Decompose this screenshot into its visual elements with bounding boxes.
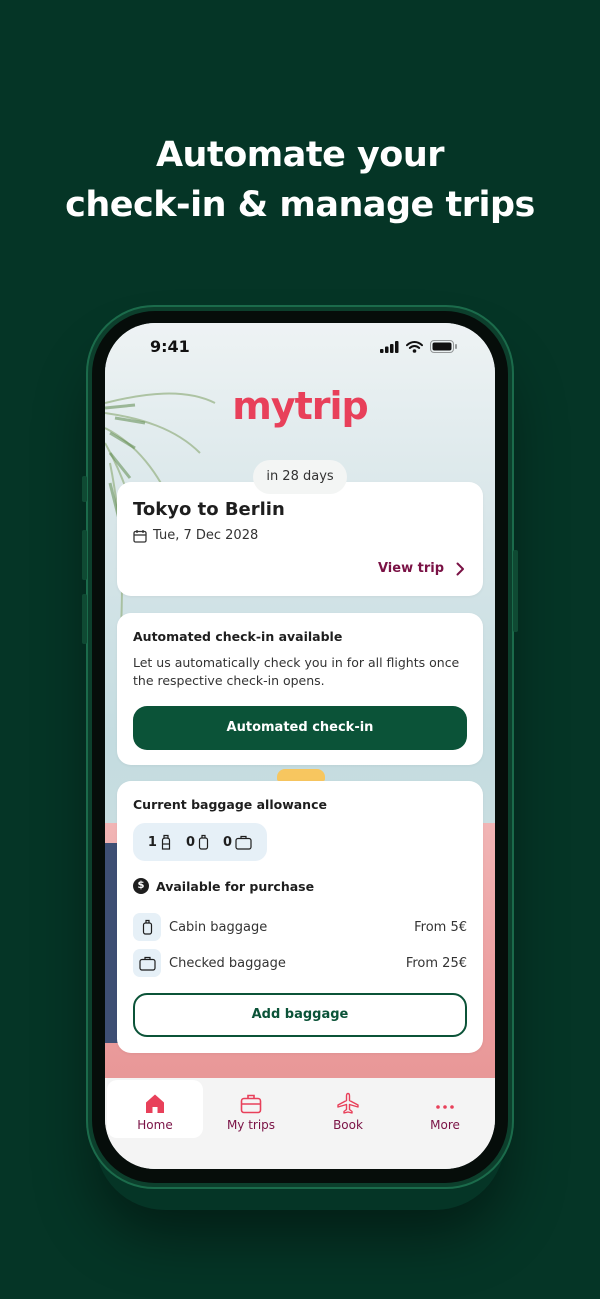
dollar-icon: $ bbox=[133, 878, 149, 894]
phone-volume-down-button bbox=[82, 594, 87, 644]
status-time: 9:41 bbox=[150, 337, 190, 356]
mytrip-logo-image: mytrip bbox=[232, 384, 369, 428]
trip-date-row: Tue, 7 Dec 2028 bbox=[133, 528, 258, 543]
allowance-personal-item: 1 bbox=[148, 834, 172, 850]
trip-title: Tokyo to Berlin bbox=[133, 499, 285, 520]
allowance-cabin-bag: 0 bbox=[186, 834, 209, 850]
baggage-allowance-summary: 1 0 0 bbox=[133, 823, 267, 861]
calendar-icon bbox=[133, 529, 147, 543]
suitcase-icon bbox=[240, 1094, 262, 1114]
purchase-title-text: Available for purchase bbox=[156, 878, 315, 894]
more-dots-icon bbox=[436, 1105, 454, 1109]
airplane-icon bbox=[337, 1092, 359, 1114]
allowance-cabin-count: 0 bbox=[185, 834, 196, 850]
allowance-checked-bag: 0 bbox=[223, 835, 252, 850]
view-trip-label: View trip bbox=[377, 561, 444, 576]
cabin-bag-icon bbox=[198, 834, 209, 850]
tab-my-trips-label: My trips bbox=[226, 1118, 276, 1132]
baggage-title: Current baggage allowance bbox=[133, 797, 327, 812]
phone-volume-up-button bbox=[82, 530, 87, 580]
purchase-section-title: $ Available for purchase bbox=[133, 878, 314, 894]
tab-more[interactable]: More bbox=[397, 1080, 493, 1138]
trip-card[interactable]: Tokyo to Berlin Tue, 7 Dec 2028 View tri… bbox=[117, 482, 483, 596]
tab-home[interactable]: Home bbox=[107, 1080, 203, 1138]
logo-text: mytrip bbox=[232, 384, 368, 428]
headline: Automate your check-in & manage trips bbox=[0, 130, 600, 230]
allowance-personal-count: 1 bbox=[147, 834, 157, 850]
automated-checkin-button[interactable]: Automated check-in bbox=[133, 706, 467, 750]
battery-icon bbox=[430, 340, 457, 353]
phone-screen: 9:41 mytrip Tokyo to Berlin Tue, 7 Dec 2… bbox=[105, 323, 495, 1169]
checked-baggage-label: Checked baggage bbox=[169, 955, 286, 971]
tab-home-label: Home bbox=[137, 1118, 173, 1132]
baggage-option-cabin[interactable]: Cabin baggage From 5€ bbox=[133, 913, 467, 941]
add-baggage-button[interactable]: Add baggage bbox=[133, 993, 467, 1037]
headline-line-2: check-in & manage trips bbox=[65, 185, 535, 225]
auto-checkin-title: Automated check-in available bbox=[133, 629, 343, 644]
status-icons bbox=[380, 340, 457, 353]
bottom-tab-bar: Home My trips Book More bbox=[105, 1078, 495, 1169]
home-icon bbox=[146, 1094, 164, 1113]
tab-my-trips[interactable]: My trips bbox=[203, 1080, 299, 1138]
cellular-signal-icon bbox=[380, 340, 399, 353]
phone-power-button bbox=[513, 550, 518, 632]
personal-item-icon bbox=[161, 834, 171, 850]
baggage-option-checked[interactable]: Checked baggage From 25€ bbox=[133, 949, 467, 977]
trip-date: Tue, 7 Dec 2028 bbox=[153, 528, 259, 543]
checked-bag-icon bbox=[133, 949, 161, 977]
tab-book[interactable]: Book bbox=[300, 1080, 396, 1138]
cabin-baggage-label: Cabin baggage bbox=[169, 919, 268, 935]
background-sun-shape bbox=[277, 769, 325, 781]
allowance-checked-count: 0 bbox=[223, 834, 233, 850]
baggage-card: Current baggage allowance 1 0 0 $ Availa… bbox=[117, 781, 483, 1053]
cabin-bag-icon bbox=[133, 913, 161, 941]
tab-more-label: More bbox=[430, 1118, 460, 1132]
cabin-baggage-price: From 5€ bbox=[414, 919, 467, 935]
chevron-right-icon bbox=[456, 562, 464, 575]
headline-line-1: Automate your bbox=[155, 135, 445, 175]
checked-baggage-price: From 25€ bbox=[405, 955, 467, 971]
mytrip-logo: mytrip bbox=[105, 381, 495, 439]
auto-checkin-description: Let us automatically check you in for al… bbox=[133, 655, 460, 688]
checked-bag-icon bbox=[235, 835, 252, 850]
view-trip-link[interactable]: View trip bbox=[378, 561, 465, 576]
tab-book-label: Book bbox=[333, 1118, 363, 1132]
auto-checkin-card: Automated check-in available Let us auto… bbox=[117, 613, 483, 765]
countdown-badge: in 28 days bbox=[253, 460, 347, 494]
wifi-icon bbox=[406, 340, 423, 353]
phone-mute-button bbox=[82, 476, 87, 502]
